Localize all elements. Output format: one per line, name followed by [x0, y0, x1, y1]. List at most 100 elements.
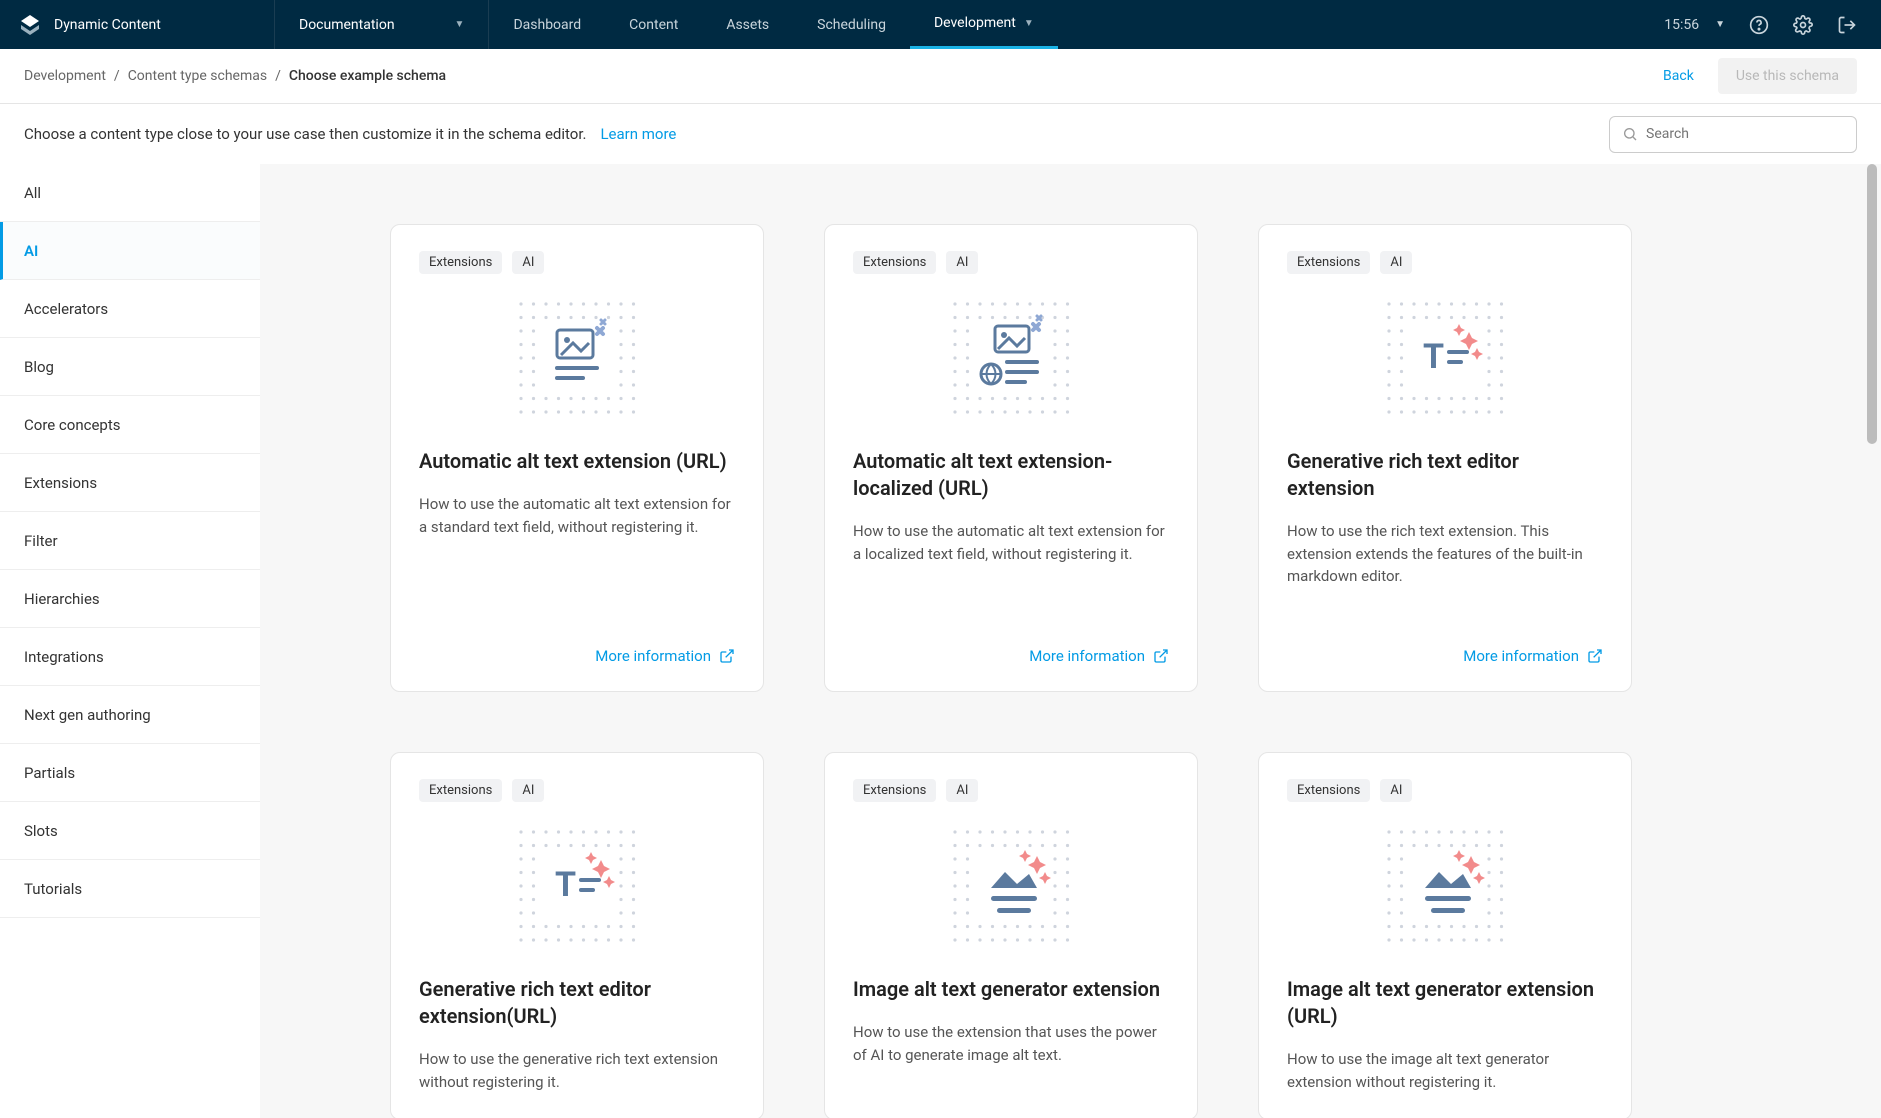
schema-card[interactable]: Extensions AI T Generative rich text edi… [1258, 224, 1632, 692]
sidebar-item-partials[interactable]: Partials [0, 744, 260, 802]
sidebar-item-core-concepts[interactable]: Core concepts [0, 396, 260, 454]
scrollbar[interactable] [1867, 164, 1877, 444]
external-link-icon [1153, 648, 1169, 664]
schema-card[interactable]: Extensions AI Image alt text generator e… [824, 752, 1198, 1118]
subheader: Development / Content type schemas / Cho… [0, 49, 1881, 104]
time-dropdown[interactable]: 15:56 ▼ [1664, 17, 1725, 33]
sidebar-item-integrations[interactable]: Integrations [0, 628, 260, 686]
svg-text:T: T [555, 865, 576, 905]
search-box[interactable] [1609, 116, 1857, 153]
breadcrumb-current: Choose example schema [289, 68, 446, 84]
sidebar-item-slots[interactable]: Slots [0, 802, 260, 860]
pill-extensions: Extensions [853, 251, 936, 274]
sidebar-item-accelerators[interactable]: Accelerators [0, 280, 260, 338]
use-this-schema-button: Use this schema [1718, 58, 1857, 94]
description-row: Choose a content type close to your use … [0, 104, 1881, 164]
topbar: Dynamic Content Documentation ▼ Dashboar… [0, 0, 1881, 49]
sidebar-item-hierarchies[interactable]: Hierarchies [0, 570, 260, 628]
learn-more-link[interactable]: Learn more [600, 125, 676, 143]
sidebar-item-ai[interactable]: AI [0, 222, 260, 280]
documentation-label: Documentation [299, 17, 395, 33]
card-pills: Extensions AI [419, 251, 735, 274]
card-illustration-icon [853, 298, 1169, 418]
card-description: How to use the rich text extension. This… [1287, 520, 1603, 588]
nav-dashboard[interactable]: Dashboard [489, 0, 605, 49]
card-illustration-icon [1287, 826, 1603, 946]
card-title: Automatic alt text extension (URL) [419, 448, 735, 475]
more-information-label: More information [1029, 647, 1145, 665]
brand-logo-icon [18, 13, 42, 37]
time-value: 15:56 [1664, 17, 1699, 33]
pill-extensions: Extensions [419, 251, 502, 274]
more-information-label: More information [595, 647, 711, 665]
pill-ai: AI [1380, 251, 1412, 274]
caret-down-icon: ▼ [1024, 18, 1034, 29]
pill-extensions: Extensions [853, 779, 936, 802]
sidebar-item-next-gen-authoring[interactable]: Next gen authoring [0, 686, 260, 744]
caret-down-icon: ▼ [1715, 19, 1725, 30]
breadcrumb-content-type-schemas[interactable]: Content type schemas [128, 68, 267, 84]
card-title: Automatic alt text extension- localized … [853, 448, 1169, 502]
card-illustration-icon: T [1287, 298, 1603, 418]
description-text: Choose a content type close to your use … [24, 125, 586, 143]
sidebar-item-extensions[interactable]: Extensions [0, 454, 260, 512]
pill-ai: AI [946, 251, 978, 274]
sidebar-item-all[interactable]: All [0, 164, 260, 222]
more-information-link[interactable]: More information [1287, 647, 1603, 665]
card-description: How to use the generative rich text exte… [419, 1048, 735, 1093]
card-pills: Extensions AI [1287, 779, 1603, 802]
documentation-dropdown[interactable]: Documentation ▼ [275, 0, 489, 49]
nav-assets[interactable]: Assets [702, 0, 793, 49]
settings-icon[interactable] [1793, 15, 1813, 35]
nav-content[interactable]: Content [605, 0, 702, 49]
external-link-icon [1587, 648, 1603, 664]
card-description: How to use the extension that uses the p… [853, 1021, 1169, 1066]
card-description: How to use the automatic alt text extens… [853, 520, 1169, 565]
schema-card[interactable]: Extensions AI T Generative rich text edi… [390, 752, 764, 1118]
top-nav: Dashboard Content Assets Scheduling Deve… [489, 0, 1057, 49]
card-illustration-icon [853, 826, 1169, 946]
schema-card[interactable]: Extensions AI Automatic alt text extensi… [390, 224, 764, 692]
pill-extensions: Extensions [1287, 779, 1370, 802]
external-link-icon [719, 648, 735, 664]
card-title: Image alt text generator extension [853, 976, 1169, 1003]
card-pills: Extensions AI [419, 779, 735, 802]
pill-extensions: Extensions [1287, 251, 1370, 274]
pill-ai: AI [512, 779, 544, 802]
card-pills: Extensions AI [853, 251, 1169, 274]
sidebar-item-tutorials[interactable]: Tutorials [0, 860, 260, 918]
more-information-link[interactable]: More information [853, 647, 1169, 665]
nav-development[interactable]: Development ▼ [910, 0, 1058, 49]
card-title: Generative rich text editor extension(UR… [419, 976, 735, 1030]
more-information-label: More information [1463, 647, 1579, 665]
topbar-right: 15:56 ▼ [1640, 15, 1881, 35]
more-information-link[interactable]: More information [419, 647, 735, 665]
logout-icon[interactable] [1837, 15, 1857, 35]
card-title: Image alt text generator extension (URL) [1287, 976, 1603, 1030]
pill-extensions: Extensions [419, 779, 502, 802]
back-link[interactable]: Back [1663, 68, 1694, 84]
breadcrumb-development[interactable]: Development [24, 68, 106, 84]
card-description: How to use the image alt text generator … [1287, 1048, 1603, 1093]
brand-block[interactable]: Dynamic Content [0, 0, 275, 49]
nav-development-label: Development [934, 15, 1016, 31]
sidebar: AllAIAcceleratorsBlogCore conceptsExtens… [0, 164, 260, 1118]
card-title: Generative rich text editor extension [1287, 448, 1603, 502]
schema-card[interactable]: Extensions AI Image alt text generator e… [1258, 752, 1632, 1118]
card-pills: Extensions AI [1287, 251, 1603, 274]
search-icon [1622, 126, 1638, 142]
breadcrumb: Development / Content type schemas / Cho… [24, 68, 446, 84]
card-illustration-icon [419, 298, 735, 418]
nav-scheduling[interactable]: Scheduling [793, 0, 910, 49]
sidebar-item-filter[interactable]: Filter [0, 512, 260, 570]
brand-name: Dynamic Content [54, 17, 161, 33]
svg-text:T: T [1423, 337, 1444, 377]
content-area: Extensions AI Automatic alt text extensi… [260, 164, 1881, 1118]
search-input[interactable] [1646, 126, 1844, 142]
pill-ai: AI [946, 779, 978, 802]
help-icon[interactable] [1749, 15, 1769, 35]
card-illustration-icon: T [419, 826, 735, 946]
schema-card[interactable]: Extensions AI Automatic alt text extensi… [824, 224, 1198, 692]
sidebar-item-blog[interactable]: Blog [0, 338, 260, 396]
card-pills: Extensions AI [853, 779, 1169, 802]
